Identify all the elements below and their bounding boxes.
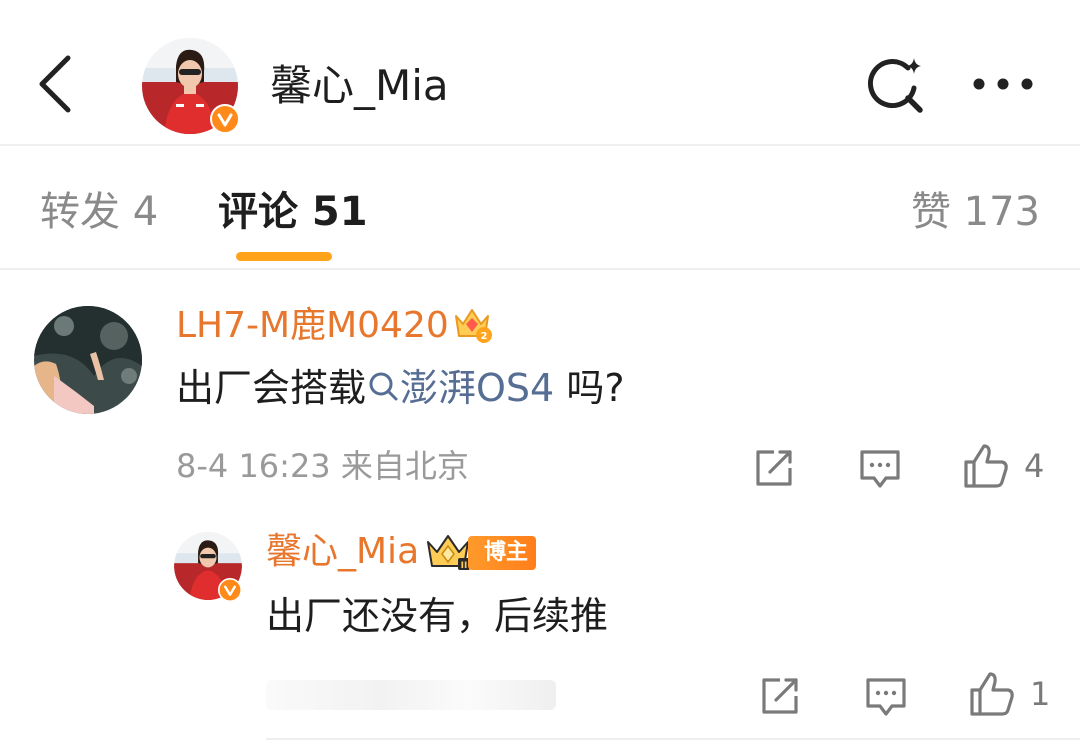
reply-author-name[interactable]: 馨心_Mia [266, 528, 419, 576]
topic-label: 澎湃OS4 [400, 366, 555, 410]
divider [266, 738, 1080, 740]
author-avatar[interactable] [142, 38, 240, 134]
back-button[interactable] [36, 54, 76, 114]
commenter-avatar[interactable] [34, 306, 142, 414]
blogger-badge: 博主 [468, 536, 537, 570]
comment-meta: 8-4 16:23 来自北京 [176, 447, 469, 485]
comment-text-after: 吗? [554, 366, 625, 410]
topic-link[interactable]: 澎湃OS4 [366, 366, 554, 410]
comment-item: LH7-M鹿M0420 2 出厂会搭载 澎湃OS4 吗? 8-4 16:23 来自… [0, 272, 1080, 502]
share-box-icon [762, 678, 798, 714]
crown-badge-icon: 2 [455, 309, 492, 343]
tab-bar: 转发 4 评论 51 赞 173 [0, 148, 1080, 270]
search-sparkle-icon [867, 58, 923, 113]
tab-comments[interactable]: 评论 51 [218, 184, 368, 240]
svg-text:II: II [461, 561, 468, 571]
reply-to-reply-button[interactable] [862, 672, 910, 720]
commenter-name[interactable]: LH7-M鹿M0420 [176, 302, 449, 350]
thumbs-up-icon [964, 444, 1008, 488]
thumbs-up-icon [970, 672, 1014, 716]
more-horizontal-icon [973, 78, 1033, 90]
svg-text:2: 2 [481, 331, 488, 342]
reply-meta-blurred [266, 680, 556, 710]
author-name[interactable]: 馨心_Mia [270, 58, 449, 114]
reply-item: 馨心_Mia II 博主 出厂还没有，后续推 1 [0, 512, 1080, 742]
share-box-icon [756, 450, 792, 486]
verified-badge-icon [218, 578, 242, 602]
comment-bubble-icon [866, 678, 906, 716]
repost-reply-button[interactable] [756, 672, 804, 720]
verified-badge-icon [210, 104, 240, 134]
like-count: 4 [1024, 447, 1045, 485]
search-button[interactable] [864, 54, 926, 116]
comment-text: 出厂会搭载 澎湃OS4 吗? [176, 362, 624, 414]
tab-likes[interactable]: 赞 173 [911, 184, 1040, 240]
active-tab-indicator [236, 252, 332, 261]
comment-text-before: 出厂会搭载 [176, 366, 367, 410]
repost-comment-button[interactable] [750, 444, 798, 492]
reply-text: 出厂还没有，后续推 [266, 594, 609, 638]
more-button[interactable] [968, 62, 1038, 106]
tab-reposts[interactable]: 转发 4 [40, 184, 158, 240]
reply-like-button[interactable] [968, 670, 1016, 718]
comment-bubble-icon [860, 450, 900, 488]
reply-like-count: 1 [1030, 675, 1051, 713]
reply-author-avatar[interactable] [174, 532, 242, 602]
reply-button[interactable] [856, 444, 904, 492]
chevron-left-icon [39, 55, 71, 113]
like-button[interactable] [962, 442, 1010, 490]
top-bar: 馨心_Mia [0, 0, 1080, 146]
topic-search-icon [369, 372, 398, 401]
crown-badge-icon: II [427, 535, 470, 571]
